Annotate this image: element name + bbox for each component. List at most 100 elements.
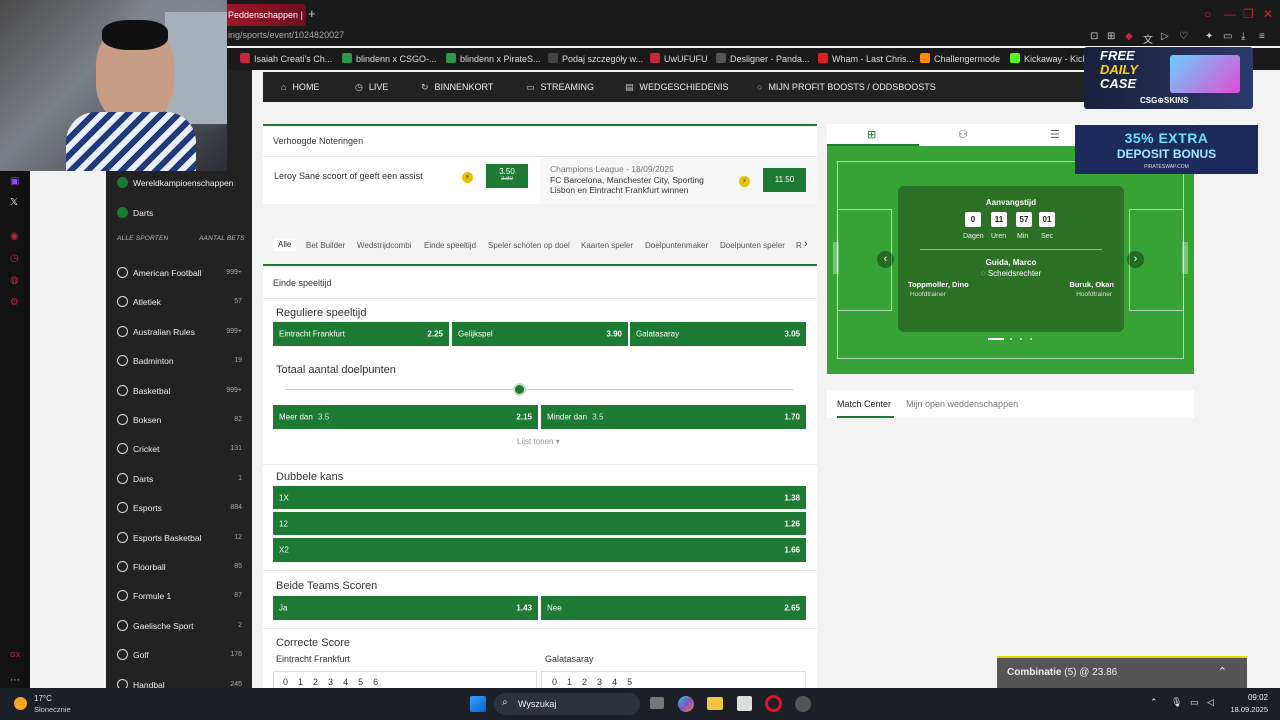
bookmark-item[interactable]: Kickaway - Kick (1010, 53, 1087, 64)
goal-option[interactable]: 1 (567, 677, 572, 687)
odds-btts-yes-button[interactable]: Ja 1.43 (273, 596, 538, 620)
heart-icon[interactable]: ♡ (1179, 31, 1188, 42)
clock-icon[interactable]: ◷ (10, 253, 19, 264)
bookmark-item[interactable]: UwUFUFU (650, 53, 708, 64)
goal-line-slider-handle[interactable] (512, 383, 526, 396)
bookmark-item[interactable]: blindenn x PirateS... (446, 53, 541, 64)
goal-option[interactable]: 5 (627, 677, 632, 687)
goal-option[interactable]: 1 (298, 677, 303, 687)
nav-home[interactable]: ⌂ HOME (281, 82, 319, 92)
sidebar-item-sport[interactable]: Atletiek 57 (106, 293, 252, 317)
goal-option[interactable]: 2 (582, 677, 587, 687)
wallet-icon[interactable]: ▭ (1223, 31, 1232, 42)
goal-option[interactable]: 4 (612, 677, 617, 687)
microphone-icon[interactable]: 🎙 (1171, 697, 1182, 708)
odds-1x-button[interactable]: 1X 1.38 (273, 486, 806, 509)
tab-player-goals[interactable]: Doelpunten speler (720, 241, 785, 250)
task-view-icon[interactable] (650, 697, 664, 709)
bookmark-icon[interactable]: ⊡ (1090, 31, 1098, 42)
sidenav-item-darts-top[interactable]: Darts (106, 204, 252, 228)
bookmark-item[interactable]: Challengermode (920, 53, 1000, 64)
windows-start-icon[interactable] (470, 696, 486, 712)
chat-icon[interactable]: ◍ (10, 275, 19, 286)
goal-option[interactable]: 2 (313, 677, 318, 687)
translate-icon[interactable]: 文 (1143, 31, 1153, 46)
nav-profit-boosts[interactable]: ○ MIJN PROFIT BOOSTS / ODDSBOOSTS (757, 82, 936, 92)
show-list-link[interactable]: Lijst tonen ▾ (517, 437, 560, 446)
bookmark-item[interactable]: blindenn x CSGO-... (342, 53, 437, 64)
sidebar-item-sport[interactable]: Badminton 19 (106, 352, 252, 376)
goal-option[interactable]: 0 (552, 677, 557, 687)
sidebar-item-sport[interactable]: Basketbal 999+ (106, 382, 252, 406)
carousel-dot[interactable] (1020, 338, 1022, 340)
goal-option[interactable]: 3 (597, 677, 602, 687)
screenshot-icon[interactable]: ⊞ (1107, 31, 1115, 42)
play-icon[interactable]: ▷ (1161, 31, 1169, 42)
tab-open-bets[interactable]: Mijn open weddenschappen (906, 399, 1018, 409)
more-icon[interactable]: ⋯ (10, 675, 20, 686)
carousel-dot-active[interactable] (988, 338, 1004, 340)
tab-more[interactable]: R (796, 241, 802, 250)
sidebar-item-sport[interactable]: Darts 1 (106, 470, 252, 494)
nav-streaming[interactable]: ▭ STREAMING (526, 82, 594, 93)
goal-option[interactable]: 4 (343, 677, 348, 687)
url-field[interactable]: ing/sports/event/1024820027 (228, 30, 344, 40)
gx-icon[interactable]: GX (10, 652, 20, 659)
twitch-icon[interactable]: ▣ (10, 176, 19, 187)
sidebar-item-sport[interactable]: Cricket 131 (106, 440, 252, 464)
bookmark-item[interactable]: Podaj szczegóły w... (548, 53, 643, 64)
tab-player-shots[interactable]: Speler schoten op doel (488, 241, 570, 250)
nav-upcoming[interactable]: ↻ BINNENKORT (421, 82, 493, 93)
goal-option[interactable]: 6 (373, 677, 378, 687)
odds-btts-no-button[interactable]: Nee 2.65 (541, 596, 806, 620)
chevron-up-icon[interactable]: ⌃ (1218, 665, 1227, 678)
carousel-dot[interactable] (1010, 338, 1012, 340)
tab-goalscorer[interactable]: Doelpuntenmaker (645, 241, 708, 250)
boost-1-odds-button[interactable]: 3.50 2.80 (486, 164, 528, 188)
x-icon[interactable]: 𝕏 (10, 197, 18, 208)
network-icon[interactable]: ▭ (1190, 697, 1199, 708)
pirateswap-ad[interactable]: 35% EXTRA DEPOSIT BONUS PIRATESWAP.COM (1075, 125, 1258, 174)
tab-bet-builder[interactable]: Bet Builder (306, 241, 345, 250)
sidebar-item-sport[interactable]: American Football 999+ (106, 264, 252, 288)
shield-icon[interactable]: ◆ (1125, 31, 1133, 42)
sidebar-item-sport[interactable]: Boksen 82 (106, 411, 252, 435)
settings-icon[interactable]: ⚙ (10, 297, 19, 308)
bookmark-item[interactable]: Wham - Last Chris... (818, 53, 914, 64)
tab-player-cards[interactable]: Kaarten speler (581, 241, 633, 250)
menu-icon[interactable]: ≡ (1259, 31, 1265, 42)
sidebar-item-sport[interactable]: Golf 176 (106, 646, 252, 670)
browser-tab[interactable]: Peddenschappen | (222, 4, 306, 26)
tab-match-center[interactable]: Match Center (837, 399, 891, 409)
sidenav-item-world-championships[interactable]: Wereldkampioenschappen (106, 174, 252, 198)
boost-2-odds-button[interactable]: 11.50 (763, 168, 806, 192)
sidebar-item-sport[interactable]: Esports 884 (106, 499, 252, 523)
sidebar-item-sport[interactable]: Australian Rules 999+ (106, 323, 252, 347)
odds-draw-button[interactable]: Gelijkspel 3.90 (452, 322, 628, 346)
goal-option[interactable]: 0 (283, 677, 288, 687)
sidebar-item-sport[interactable]: Floorball 85 (106, 558, 252, 582)
sidebar-item-sport[interactable]: Gaelische Sport 2 (106, 617, 252, 641)
lineups-icon[interactable]: ⚇ (958, 128, 968, 141)
carousel-prev-button[interactable]: ‹ (877, 251, 894, 268)
sidebar-item-sport[interactable]: Esports Basketbal 12 (106, 529, 252, 553)
bookmark-item[interactable]: Desligner - Panda... (716, 53, 810, 64)
nav-live[interactable]: ◷ LIVE (355, 82, 388, 93)
chevron-right-icon[interactable]: › (804, 238, 808, 250)
extensions-icon[interactable]: ✦ (1205, 31, 1213, 42)
nav-bet-history[interactable]: ▤ WEDGESCHIEDENIS (625, 82, 729, 93)
tray-chevron-icon[interactable]: ⌃ (1150, 697, 1158, 708)
volume-icon[interactable]: ◁ (1207, 697, 1214, 708)
maximize-button[interactable]: ❐ (1243, 7, 1254, 21)
odds-home-button[interactable]: Eintracht Frankfurt 2.25 (273, 322, 449, 346)
stats-icon[interactable]: ☰ (1050, 128, 1060, 141)
carousel-dot[interactable] (1030, 338, 1032, 340)
taskbar-search[interactable]: ⌕ Wyszukaj (494, 693, 640, 715)
csgo-skins-ad[interactable]: FREE DAILY CASE CSG⊕SKINS (1084, 47, 1253, 109)
bookmark-item[interactable]: Isaiah Creati's Ch... (240, 53, 332, 64)
odds-12-button[interactable]: 12 1.26 (273, 512, 806, 535)
goal-option[interactable]: 3 (328, 677, 333, 687)
file-explorer-icon[interactable] (707, 697, 723, 710)
sidebar-item-sport[interactable]: Formule 1 87 (106, 587, 252, 611)
pitch-view-icon[interactable]: ⊞ (867, 128, 876, 141)
